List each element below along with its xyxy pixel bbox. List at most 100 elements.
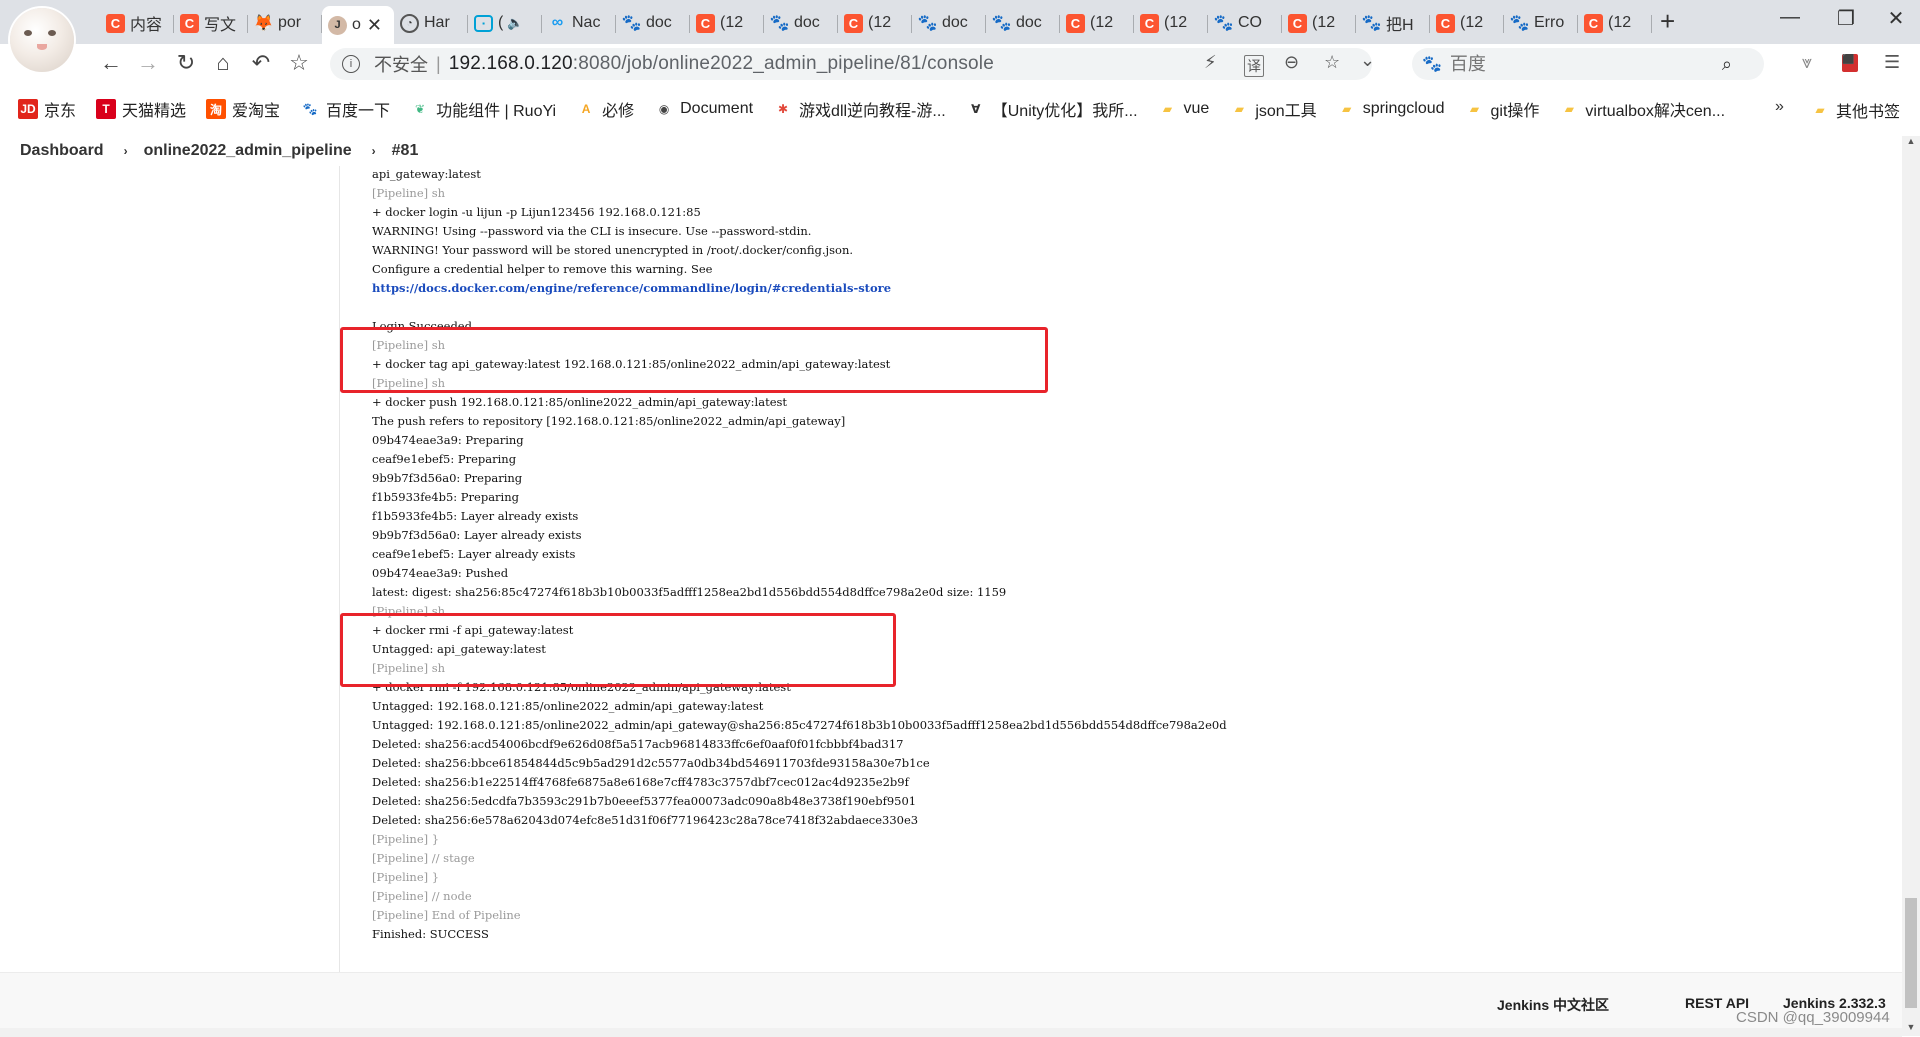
bookmark-item[interactable]: ▰ vue [1158, 97, 1210, 121]
undo-close-tab-button[interactable]: ↶ [246, 50, 276, 76]
bookmark-item[interactable]: ▰ git操作 [1465, 97, 1540, 121]
home-button[interactable]: ⌂ [208, 50, 238, 76]
browser-tab[interactable]: C 内容 [100, 6, 174, 40]
profile-avatar[interactable] [10, 8, 74, 72]
restore-button[interactable]: ❐ [1826, 6, 1866, 31]
tab-list: C 内容 C 写文 🦊 por Jo ✕ ◔ Har ▪(🔈 ∞ Nac 🐾 doc C (12 🐾 doc C (12… [100, 6, 1652, 44]
browser-tab[interactable]: C (12 [1060, 6, 1134, 40]
console-line: WARNING! Using --password via the CLI is… [372, 224, 812, 238]
address-bar[interactable]: i 不安全 | 192.168.0.120:8080/job/online202… [330, 48, 1375, 80]
browser-tab[interactable]: C (12 [838, 6, 912, 40]
bookmark-item[interactable]: ▰ json工具 [1229, 97, 1317, 121]
tab-title: (12 [1312, 14, 1336, 31]
zoom-out-icon[interactable]: ⊖ [1284, 52, 1299, 73]
bookmark-item[interactable]: ✱ 游戏dll逆向教程-游... [773, 97, 946, 121]
browser-tab[interactable]: C (12 [1282, 6, 1356, 40]
bookmark-item[interactable]: ▰ virtualbox解决cen... [1559, 97, 1725, 121]
vertical-scrollbar[interactable]: ▲ ▼ [1902, 136, 1920, 1036]
bookmarks-overflow-button[interactable]: » [1775, 98, 1784, 116]
speaker-icon[interactable]: 🔈 [507, 15, 523, 31]
browser-tab[interactable]: 🐾 doc [986, 6, 1060, 40]
search-input[interactable] [1447, 52, 1722, 76]
bookmark-item[interactable]: ❦ 功能组件 | RuoYi [410, 97, 556, 121]
search-box[interactable]: 🐾 ⌕ [1412, 48, 1764, 80]
dropdown-chevron-icon[interactable]: ⌄ [1360, 50, 1375, 71]
other-bookmarks-label: 其他书签 [1836, 104, 1901, 121]
breadcrumb-chevron-icon[interactable]: › [372, 144, 376, 158]
breadcrumb-job[interactable]: online2022_admin_pipeline [144, 142, 352, 160]
bookmark-star-icon[interactable]: ☆ [284, 50, 314, 76]
browser-tab[interactable]: 🐾 doc [616, 6, 690, 40]
browser-tab[interactable]: ◔ Har [394, 6, 468, 40]
browser-tab[interactable]: C (12 [690, 6, 764, 40]
bookmark-item[interactable]: ∀ 【Unity优化】我所... [966, 97, 1137, 121]
forward-button[interactable]: → [133, 50, 163, 76]
new-tab-button[interactable]: + [1660, 6, 1675, 37]
bookmark-label: 百度一下 [326, 103, 391, 120]
browser-tab[interactable]: C (12 [1430, 6, 1504, 40]
tab-title: doc [942, 14, 968, 31]
console-line: [Pipeline] sh [372, 186, 446, 200]
info-icon[interactable]: i [342, 55, 360, 73]
back-button[interactable]: ← [96, 50, 126, 76]
tab-title: 内容 [130, 17, 163, 34]
scroll-thumb[interactable] [1905, 898, 1917, 1008]
bookmark-item[interactable]: JD 京东 [18, 97, 76, 121]
search-icon[interactable]: ⌕ [1722, 54, 1732, 75]
bookmark-label: 游戏dll逆向教程-游... [799, 103, 946, 120]
footer-community-link[interactable]: Jenkins 中文社区 [1497, 995, 1609, 1015]
baidu-icon: 🐾 [621, 15, 642, 32]
browser-tab[interactable]: C (12 [1134, 6, 1208, 40]
pdf-icon[interactable]: ⬛ [1842, 54, 1858, 72]
bookmark-item[interactable]: ◉ Document [654, 97, 753, 121]
bookmark-item[interactable]: T 天猫精选 [96, 97, 186, 121]
browser-tab[interactable]: C 写文 [174, 6, 248, 40]
browser-tab[interactable]: 🐾 doc [912, 6, 986, 40]
console-line: f1b5933fe4b5: Preparing [372, 490, 519, 504]
browser-tab[interactable]: C (12 [1578, 6, 1652, 40]
menu-icon[interactable]: ☰ [1884, 52, 1900, 73]
bookmark-item[interactable]: 淘爱淘宝 [206, 97, 280, 121]
browser-tab[interactable]: 🐾 doc [764, 6, 838, 40]
horizontal-scrollbar[interactable] [0, 1028, 1902, 1037]
translate-icon[interactable]: 译 [1244, 55, 1264, 77]
bookmark-label: vue [1183, 100, 1210, 117]
bookmark-label: virtualbox解决cen... [1585, 103, 1726, 120]
browser-tab[interactable]: ∞ Nac [542, 6, 616, 40]
extension-icon[interactable]: ⩔ [1802, 52, 1812, 73]
baidu-icon: 🐾 [991, 15, 1012, 32]
gitlab-icon: 🦊 [253, 15, 274, 32]
browser-tab[interactable]: 🐾 Erro [1504, 6, 1578, 40]
breadcrumb-dashboard[interactable]: Dashboard [20, 142, 104, 160]
tab-title: (12 [1608, 14, 1632, 31]
window-close-button[interactable]: ✕ [1876, 6, 1916, 31]
reload-button[interactable]: ↻ [171, 50, 201, 76]
tab-title: (12 [1460, 14, 1484, 31]
console-line: The push refers to repository [192.168.0… [372, 414, 846, 428]
scroll-up-arrow-icon[interactable]: ▲ [1902, 136, 1920, 150]
other-bookmarks[interactable]: ▰ 其他书签 [1810, 98, 1900, 122]
minimize-button[interactable]: — [1770, 6, 1810, 29]
tab-title: Nac [572, 14, 601, 31]
bookmark-item[interactable]: 🐾 百度一下 [300, 97, 391, 121]
console-line: Finished: SUCCESS [372, 927, 489, 941]
browser-tab[interactable]: 🦊 por [248, 6, 322, 40]
browser-tab[interactable]: 🐾 CO [1208, 6, 1282, 40]
lightning-icon[interactable]: ⚡ [1204, 52, 1217, 73]
scroll-down-arrow-icon[interactable]: ▼ [1902, 1022, 1920, 1036]
tab-close-icon[interactable]: ✕ [367, 15, 382, 36]
bookmark-item[interactable]: A 必修 [576, 97, 634, 121]
star-icon[interactable]: ☆ [1324, 52, 1340, 73]
browser-tab[interactable]: ▪ (🔈 [468, 6, 542, 40]
browser-tab[interactable]: 🐾 把H [1356, 6, 1430, 40]
breadcrumb-chevron-icon[interactable]: › [124, 144, 128, 158]
bookmark-item[interactable]: ▰ springcloud [1337, 97, 1444, 121]
console-line: Deleted: sha256:bbce61854844d5c9b5ad291d… [372, 756, 930, 770]
security-label[interactable]: 不安全 [374, 51, 428, 77]
baidu-paw-icon[interactable]: 🐾 [1422, 54, 1442, 74]
console-link[interactable]: https://docs.docker.com/engine/reference… [372, 279, 1227, 298]
main-content: api_gateway:latest [Pipeline] sh + docker … [0, 166, 1902, 972]
url-text[interactable]: 192.168.0.120:8080/job/online2022_admin_… [449, 53, 994, 75]
breadcrumb-build[interactable]: #81 [392, 142, 419, 160]
browser-tab[interactable]: Jo ✕ [322, 6, 394, 44]
